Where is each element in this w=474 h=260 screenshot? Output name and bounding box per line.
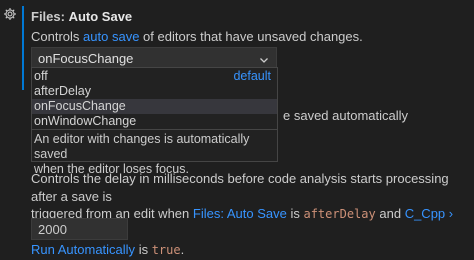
option-afterdelay[interactable]: afterDelay — [32, 84, 277, 99]
auto-save-link[interactable]: auto save — [83, 29, 139, 44]
delay-input[interactable]: 2000 — [31, 218, 128, 240]
desc-text: of editors that have unsaved changes. — [143, 29, 363, 44]
code-analysis-description: Controls the delay in milliseconds befor… — [31, 170, 471, 260]
code-true: true — [151, 243, 181, 257]
option-label: afterDelay — [34, 84, 91, 98]
focus-indicator — [22, 6, 24, 90]
select-value: onFocusChange — [38, 50, 134, 66]
code-analysis-link-cont[interactable]: Run Automatically — [31, 242, 135, 257]
desc-text: Controls — [31, 29, 80, 44]
setting-category: Files: — [31, 9, 65, 24]
option-off[interactable]: off default — [32, 69, 277, 84]
option-description: An editor with changes is automatically … — [32, 129, 277, 176]
dropdown-list: off default afterDelay onFocusChange onW… — [31, 67, 278, 176]
option-label: onFocusChange — [34, 99, 126, 113]
chevron-down-icon — [259, 53, 269, 63]
desc-text: is — [290, 206, 300, 221]
desc-text: and — [379, 206, 402, 221]
setting-description: Controls auto save of editors that have … — [31, 28, 363, 46]
option-label: off — [34, 69, 48, 83]
desc-line: Controls the delay in milliseconds befor… — [31, 171, 449, 204]
files-auto-save-link[interactable]: Files: Auto Save — [193, 206, 287, 221]
gear-icon[interactable] — [3, 7, 17, 21]
option-onfocuschange[interactable]: onFocusChange — [32, 99, 277, 114]
option-label: onWindowChange — [34, 114, 137, 128]
setting-title: Files: Auto Save — [31, 8, 132, 26]
option-onwindowchange[interactable]: onWindowChange — [32, 114, 277, 129]
auto-save-select[interactable]: onFocusChange — [31, 47, 277, 69]
desc-text: is — [138, 242, 149, 257]
default-badge: default — [233, 69, 271, 83]
desc-line: Run Automatically is true. — [31, 241, 471, 260]
code-after-delay: afterDelay — [303, 207, 376, 221]
setting-name: Auto Save — [68, 9, 133, 24]
option-description-line: An editor with changes is automatically … — [34, 132, 250, 161]
desc-text: . — [180, 242, 185, 257]
obscured-text: e saved automatically — [283, 108, 409, 123]
